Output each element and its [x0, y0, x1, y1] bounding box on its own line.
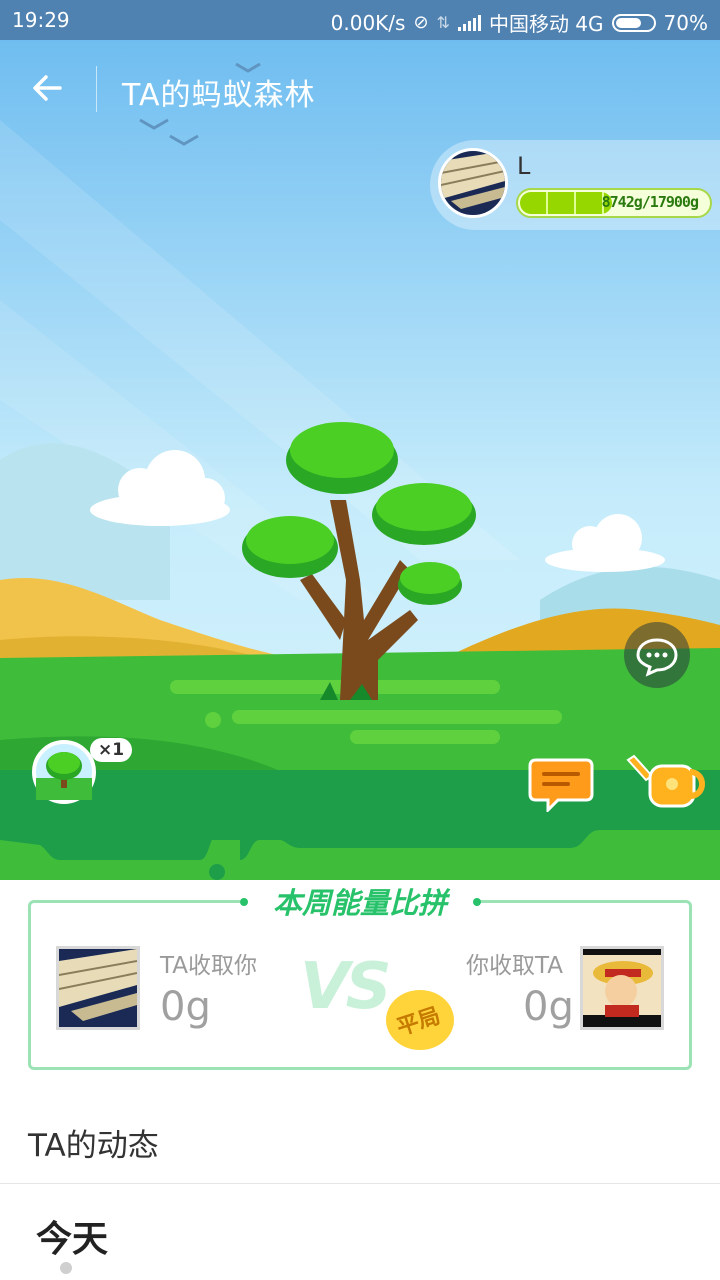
result-badge: 平局 [386, 990, 454, 1050]
owner-avatar[interactable] [438, 148, 508, 218]
page-title: TA的蚂蚁森林 [122, 78, 316, 113]
title-divider [96, 66, 97, 112]
tree-badge[interactable] [32, 740, 96, 804]
battery-icon [611, 13, 656, 32]
watering-can-icon [626, 754, 705, 808]
result-badge-text: 平局 [393, 1003, 444, 1042]
message-button[interactable] [528, 756, 594, 814]
chat-bubble-icon [636, 638, 678, 677]
carrier-label: 中国移动 4G [488, 12, 604, 36]
tree-count: ×1 [90, 738, 133, 762]
data-transfer-icon: ⇅ [436, 13, 450, 32]
feed-section-today: 今天 [36, 1219, 109, 1260]
arrow-left-icon [33, 75, 62, 101]
status-time: 19:29 [12, 8, 70, 32]
network-speed: 0.00K/s [330, 10, 406, 35]
energy-progress-fill [520, 192, 612, 214]
status-right: 0.00K/s ⊘ ⇅ 中国移动 4G 70% [331, 8, 708, 37]
status-bar: 19:29 0.00K/s ⊘ ⇅ 中国移动 4G 70% [0, 0, 720, 40]
feed-title: TA的动态 [28, 1128, 159, 1164]
title-dot-left [240, 898, 248, 906]
message-icon [528, 758, 594, 814]
left-label: TA收取你 [160, 953, 257, 979]
chat-button[interactable] [624, 622, 690, 688]
vs-text: VS [300, 950, 392, 1024]
left-value: 0g [160, 984, 211, 1030]
right-value: 0g [523, 984, 574, 1030]
title-dot-right [473, 898, 481, 906]
timeline-dot [60, 1262, 72, 1274]
energy-text: 8742g/17900g [601, 193, 699, 211]
compare-title: 本周能量比拼 [240, 880, 480, 922]
alarm-off-icon: ⊘ [413, 12, 429, 33]
battery-percent: 70% [663, 10, 708, 35]
right-label: 你收取TA [466, 953, 563, 979]
energy-progress-bar: 8742g/17900g [516, 188, 712, 218]
feed-divider [0, 1183, 720, 1184]
tree-icon [36, 752, 92, 800]
owner-name: L [517, 152, 531, 180]
watering-button[interactable] [624, 750, 708, 812]
signal-icon [457, 14, 481, 31]
right-avatar[interactable] [580, 946, 664, 1030]
back-button[interactable] [26, 66, 70, 110]
left-avatar[interactable] [56, 946, 140, 1030]
